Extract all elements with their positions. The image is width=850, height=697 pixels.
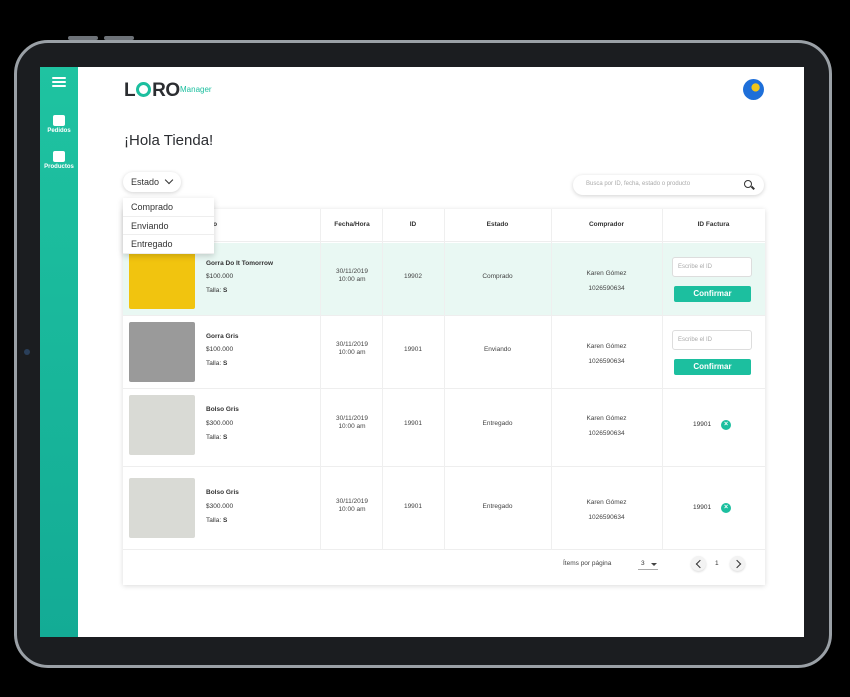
header-id: ID (409, 221, 417, 228)
order-date: 30/11/2019 10:00 am (335, 268, 369, 283)
confirm-button[interactable]: Confirmar (674, 359, 751, 375)
order-date: 30/11/2019 10:00 am (335, 498, 369, 513)
status-filter-label: Estado (131, 177, 160, 187)
order-date: 30/11/2019 10:00 am (335, 341, 369, 356)
product-size: Talla: S (206, 287, 228, 294)
column-divider (551, 209, 552, 550)
menu-item-entregado[interactable]: Entregado (123, 235, 214, 254)
order-status: Comprado (482, 273, 513, 280)
order-id: 19901 (403, 503, 423, 510)
column-divider (662, 209, 663, 550)
menu-item-comprado[interactable]: Comprado (123, 198, 214, 217)
order-id: 19901 (403, 346, 423, 353)
app-screen: Pedidos Productos L RO Manager ¡Hola Tien… (40, 67, 804, 637)
product-price: $300.000 (206, 503, 234, 510)
order-id: 19901 (403, 420, 423, 427)
order-date: 30/11/2019 10:00 am (335, 415, 369, 430)
page-title: ¡Hola Tienda! (124, 132, 214, 149)
column-divider (382, 209, 383, 550)
confirm-button[interactable]: Confirmar (674, 286, 751, 302)
product-size: Talla: S (206, 360, 228, 367)
tablet-camera (24, 349, 30, 355)
buyer-info: Karen Gómez 1026590634 (586, 415, 627, 437)
current-page: 1 (715, 560, 719, 567)
menu-icon[interactable] (52, 77, 66, 87)
select-underline (638, 569, 658, 570)
orders-table: to Fecha/Hora ID Estado Comprador ID Fac… (123, 209, 765, 585)
product-image (129, 322, 195, 382)
product-price: $300.000 (206, 420, 234, 427)
header-invoice: ID Factura (697, 221, 730, 228)
previous-page-button[interactable] (691, 556, 706, 571)
product-image (129, 395, 195, 455)
column-divider (320, 209, 321, 550)
sidebar-item-pedidos[interactable]: Pedidos (40, 115, 78, 134)
store-icon (53, 151, 65, 162)
search-input[interactable]: Busca por ID, fecha, estado o producto (573, 175, 764, 195)
order-status: Entregado (482, 420, 513, 427)
sidebar-item-label: Productos (44, 164, 74, 170)
order-status: Enviando (483, 346, 512, 353)
menu-item-enviando[interactable]: Enviando (123, 217, 214, 235)
product-price: $100.000 (206, 273, 234, 280)
product-name: Gorra Gris (206, 333, 239, 340)
product-size: Talla: S (206, 517, 228, 524)
app-logo: L RO (124, 80, 180, 101)
bus-icon (53, 115, 65, 126)
items-per-page-label: Ítems por página (563, 560, 612, 567)
product-price: $100.000 (206, 346, 234, 353)
close-icon[interactable]: × (721, 420, 731, 430)
sidebar-item-productos[interactable]: Productos (40, 151, 78, 170)
header-buyer: Comprador (588, 221, 625, 228)
avatar[interactable] (743, 79, 764, 100)
logo-subtitle: Manager (180, 85, 212, 94)
product-image (129, 478, 195, 538)
product-name: Bolso Gris (206, 489, 239, 496)
close-icon[interactable]: × (721, 503, 731, 513)
next-page-button[interactable] (730, 556, 745, 571)
product-size: Talla: S (206, 434, 228, 441)
caret-down-icon[interactable] (651, 563, 657, 566)
product-image (129, 249, 195, 309)
search-icon[interactable] (744, 180, 752, 188)
buyer-info: Karen Gómez 1026590634 (586, 499, 627, 521)
invoice-id-input[interactable]: Escribe el ID (672, 330, 752, 350)
sidebar: Pedidos Productos (40, 67, 78, 637)
header-date: Fecha/Hora (334, 221, 370, 228)
column-divider (444, 209, 445, 550)
status-filter-dropdown[interactable]: Estado (123, 172, 181, 192)
invoice-id: 19901 (693, 504, 712, 511)
invoice-id-input[interactable]: Escribe el ID (672, 257, 752, 277)
header-status: Estado (486, 221, 509, 228)
product-name: Gorra Do It Tomorrow (206, 260, 274, 267)
product-name: Bolso Gris (206, 406, 239, 413)
chevron-down-icon (164, 175, 174, 185)
buyer-info: Karen Gómez 1026590634 (586, 270, 627, 292)
sidebar-item-label: Pedidos (47, 128, 71, 134)
search-placeholder: Busca por ID, fecha, estado o producto (586, 181, 691, 187)
items-per-page-select[interactable]: 3 (641, 560, 645, 567)
status-filter-menu: Comprado Enviando Entregado (123, 198, 214, 254)
invoice-id: 19901 (693, 421, 712, 428)
buyer-info: Karen Gómez 1026590634 (586, 343, 627, 365)
order-id: 19902 (403, 273, 423, 280)
order-status: Entregado (482, 503, 513, 510)
